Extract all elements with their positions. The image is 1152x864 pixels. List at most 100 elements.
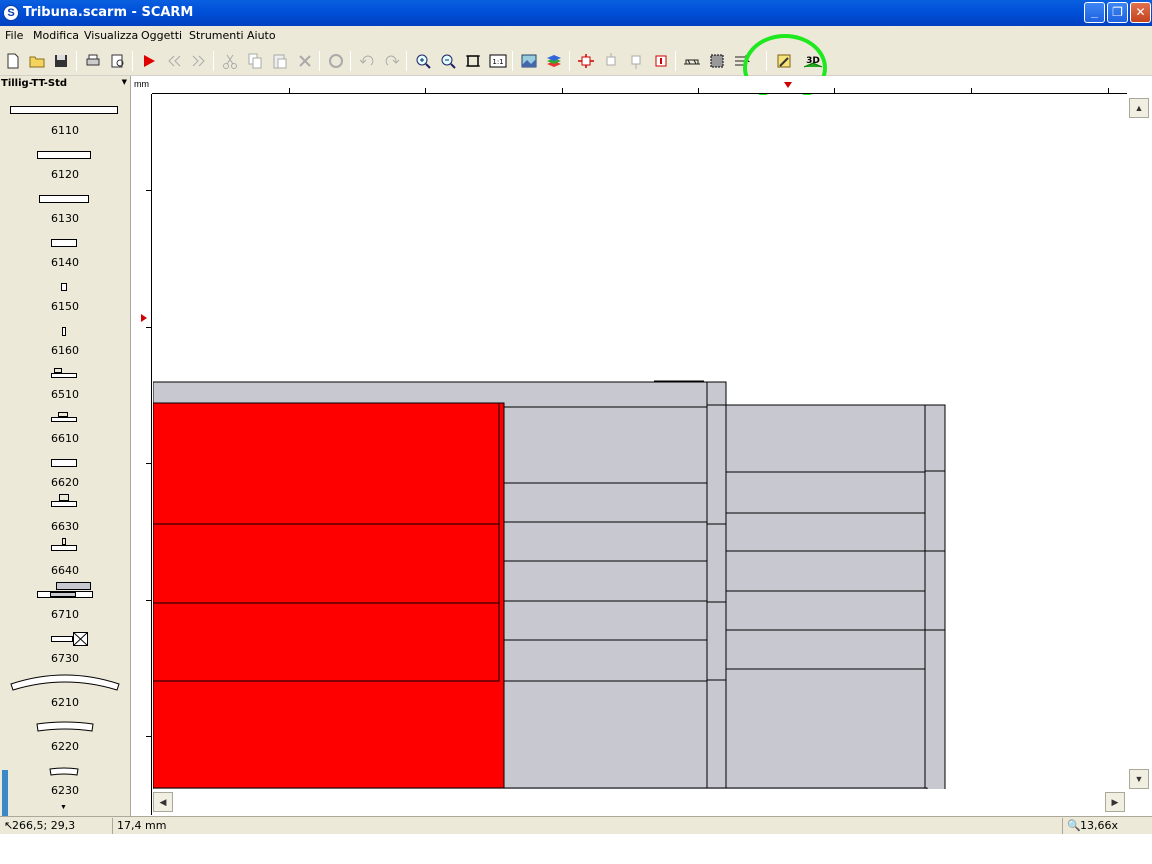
layers-icon[interactable] <box>543 50 565 72</box>
track-tool-3-icon[interactable] <box>625 50 647 72</box>
piece-label[interactable]: 6610 <box>0 432 130 445</box>
view-3d-icon[interactable]: 3D <box>802 50 824 72</box>
open-icon[interactable] <box>26 50 48 72</box>
menu-oggetti[interactable]: Oggetti <box>141 29 182 42</box>
red-block-row[interactable] <box>153 402 500 525</box>
piece-6510-shape[interactable] <box>51 368 77 379</box>
library-scroll-down-icon[interactable]: ▼ <box>60 804 67 811</box>
piece-label[interactable]: 6120 <box>0 168 130 181</box>
horizontal-scrollbar[interactable]: ◀ ▶ <box>153 789 1127 815</box>
piece-label[interactable]: 6210 <box>0 696 130 709</box>
undo-icon[interactable] <box>356 50 378 72</box>
piece-6160-shape[interactable] <box>62 327 66 336</box>
minimize-button[interactable]: _ <box>1084 2 1105 23</box>
print-icon[interactable] <box>82 50 104 72</box>
scroll-down-icon[interactable]: ▼ <box>1129 769 1149 789</box>
track-tool-1-icon[interactable] <box>575 50 597 72</box>
piece-label[interactable]: 6150 <box>0 300 130 313</box>
right-column-segment[interactable] <box>924 550 946 631</box>
right-column-segment[interactable] <box>924 470 946 552</box>
piece-label[interactable]: 6710 <box>0 608 130 621</box>
zoom-out-icon[interactable] <box>437 50 459 72</box>
piece-6210-shape[interactable] <box>9 672 121 694</box>
column-segment[interactable] <box>706 404 727 525</box>
prev-icon[interactable] <box>163 50 185 72</box>
menu-strumenti[interactable]: Strumenti <box>189 29 244 42</box>
right-row[interactable] <box>725 590 926 631</box>
paste-icon[interactable] <box>269 50 291 72</box>
library-dropdown[interactable]: Tillig-TT-Std ▼ <box>0 78 130 94</box>
right-row[interactable] <box>725 550 926 592</box>
piece-label[interactable]: 6230 <box>0 784 130 797</box>
piece-6630-shape[interactable] <box>51 494 77 508</box>
layout-canvas[interactable] <box>153 95 1127 789</box>
right-row[interactable] <box>725 471 926 514</box>
piece-6110-shape[interactable] <box>10 106 118 114</box>
seat-row[interactable] <box>503 639 708 682</box>
seat-row[interactable] <box>503 406 708 484</box>
column-segment[interactable] <box>706 523 727 603</box>
close-button[interactable]: ✕ <box>1130 2 1151 23</box>
column-segment[interactable] <box>706 601 727 681</box>
measure-icon[interactable] <box>773 50 795 72</box>
menu-file[interactable]: File <box>5 29 23 42</box>
piece-6710-shape[interactable] <box>37 582 93 600</box>
piece-label[interactable]: 6620 <box>0 476 130 489</box>
right-row[interactable] <box>725 629 926 670</box>
zoom-1to1-icon[interactable]: 1:1 <box>487 50 509 72</box>
seat-row[interactable] <box>503 482 708 523</box>
right-row[interactable] <box>725 512 926 552</box>
piece-label[interactable]: 6510 <box>0 388 130 401</box>
menu-aiuto[interactable]: Aiuto <box>247 29 276 42</box>
piece-label[interactable]: 6730 <box>0 652 130 665</box>
piece-label[interactable]: 6160 <box>0 344 130 357</box>
piece-6120-shape[interactable] <box>37 151 91 159</box>
background-image-icon[interactable] <box>518 50 540 72</box>
redo-icon[interactable] <box>381 50 403 72</box>
scroll-up-icon[interactable]: ▲ <box>1129 98 1149 118</box>
bridge-icon[interactable] <box>681 50 703 72</box>
cut-icon[interactable] <box>219 50 241 72</box>
layout-drawing[interactable] <box>153 95 1127 789</box>
piece-6130-shape[interactable] <box>39 195 89 203</box>
track-tool-2-icon[interactable] <box>600 50 622 72</box>
print-preview-icon[interactable] <box>107 50 129 72</box>
menu-modifica[interactable]: Modifica <box>33 29 79 42</box>
vertical-scrollbar[interactable]: ▲ ▼ <box>1127 95 1152 789</box>
menu-visualizza[interactable]: Visualizza <box>84 29 138 42</box>
scroll-right-icon[interactable]: ▶ <box>1105 792 1125 812</box>
piece-6730-shape[interactable] <box>51 632 89 646</box>
save-icon[interactable] <box>50 50 72 72</box>
copy-icon[interactable] <box>244 50 266 72</box>
red-block-row[interactable] <box>153 523 500 604</box>
scarm-app-icon[interactable]: S <box>3 5 19 21</box>
piece-6220-shape[interactable] <box>36 720 94 734</box>
seat-row[interactable] <box>503 560 708 602</box>
piece-label[interactable]: 6640 <box>0 564 130 577</box>
piece-label[interactable]: 6140 <box>0 256 130 269</box>
scroll-left-icon[interactable]: ◀ <box>153 792 173 812</box>
flex-track-icon[interactable] <box>731 50 753 72</box>
piece-6150-shape[interactable] <box>61 283 67 291</box>
next-icon[interactable] <box>188 50 210 72</box>
fit-icon[interactable] <box>462 50 484 72</box>
piece-label[interactable]: 6220 <box>0 740 130 753</box>
seat-row[interactable] <box>503 600 708 641</box>
piece-6230-shape[interactable] <box>49 766 79 778</box>
piece-label[interactable]: 6630 <box>0 520 130 533</box>
delete-icon[interactable] <box>294 50 316 72</box>
new-icon[interactable] <box>2 50 24 72</box>
piece-6640-shape[interactable] <box>51 538 77 552</box>
piece-label[interactable]: 6130 <box>0 212 130 225</box>
restore-button[interactable]: ❐ <box>1107 2 1128 23</box>
piece-6610-shape[interactable] <box>51 412 77 423</box>
red-block-row[interactable] <box>153 602 500 682</box>
rotate-icon[interactable] <box>325 50 347 72</box>
select-arrow-icon[interactable] <box>138 50 160 72</box>
piece-6620-shape[interactable] <box>51 459 77 467</box>
selection-box-icon[interactable] <box>706 50 728 72</box>
seat-row[interactable] <box>503 521 708 562</box>
zoom-in-icon[interactable] <box>412 50 434 72</box>
track-tool-4-icon[interactable] <box>650 50 672 72</box>
piece-label[interactable]: 6110 <box>0 124 130 137</box>
